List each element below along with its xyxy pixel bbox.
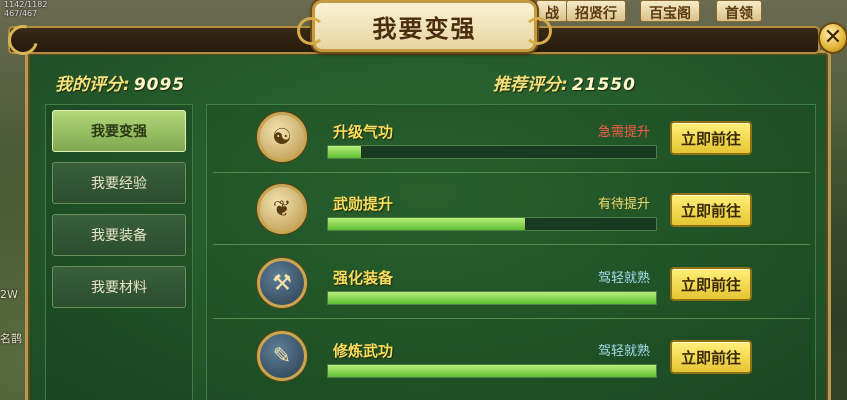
progress-bar [327, 291, 657, 305]
row-divider [213, 172, 810, 173]
my-score-value: 9095 [133, 75, 186, 95]
go-button[interactable]: 立即前往 [670, 267, 752, 301]
wings-medal-icon: ❦ [257, 184, 307, 234]
progress-fill [328, 365, 656, 377]
my-score-label: 我的评分: [55, 75, 130, 95]
recommended-score: 推荐评分: 21550 [493, 70, 636, 95]
progress-fill [328, 146, 361, 158]
row-divider [213, 318, 810, 319]
list-item: ⚒ 强化装备 驾轻就熟 立即前往 [213, 249, 810, 319]
close-button[interactable]: ✕ [818, 22, 847, 54]
item-name: 武勋提升 [333, 195, 394, 213]
top-menu-recruit[interactable]: 招贤行 [566, 0, 626, 22]
bg-left-text-2: 名鹊 [0, 332, 22, 345]
go-button[interactable]: 立即前往 [670, 121, 752, 155]
progress-bar [327, 145, 657, 159]
progress-bar [327, 217, 657, 231]
progress-bar [327, 364, 657, 378]
list-item: ✎ 修炼武功 驾轻就熟 立即前往 [213, 322, 810, 392]
recommended-score-value: 21550 [571, 75, 636, 95]
meditation-icon: ☯ [257, 112, 307, 162]
list-item: ❦ 武勋提升 有待提升 立即前往 [213, 175, 810, 245]
row-divider [213, 244, 810, 245]
sidebar-item-strengthen[interactable]: 我要变强 [52, 110, 186, 152]
my-score: 我的评分: 9095 [55, 70, 185, 95]
status-label: 驾轻就熟 [597, 344, 650, 359]
title-plaque: 我要变强 [297, 0, 552, 52]
list-item: ☯ 升级气功 急需提升 立即前往 [213, 103, 810, 173]
bg-left-text-1: 2W [0, 288, 18, 301]
sidebar-item-equipment[interactable]: 我要装备 [52, 214, 186, 256]
sidebar-item-experience[interactable]: 我要经验 [52, 162, 186, 204]
go-button[interactable]: 立即前往 [670, 340, 752, 374]
progress-fill [328, 292, 656, 304]
sidebar-item-materials[interactable]: 我要材料 [52, 266, 186, 308]
martial-book-icon: ✎ [257, 331, 307, 381]
item-name: 修炼武功 [333, 342, 394, 360]
hp-stat: 1142/1182 467/467 [4, 0, 48, 18]
top-menu-treasure[interactable]: 百宝阁 [640, 0, 700, 22]
top-menu-boss[interactable]: 首领 [716, 0, 762, 22]
forge-hammer-icon: ⚒ [257, 258, 307, 308]
status-label: 驾轻就熟 [597, 271, 650, 286]
progress-fill [328, 218, 525, 230]
item-name: 强化装备 [333, 269, 394, 287]
recommended-score-label: 推荐评分: [493, 75, 568, 95]
item-name: 升级气功 [333, 123, 394, 141]
go-button[interactable]: 立即前往 [670, 193, 752, 227]
window-title: 我要变强 [372, 13, 477, 43]
close-icon: ✕ [823, 25, 843, 50]
status-label: 有待提升 [597, 197, 650, 212]
status-label: 急需提升 [597, 125, 650, 140]
